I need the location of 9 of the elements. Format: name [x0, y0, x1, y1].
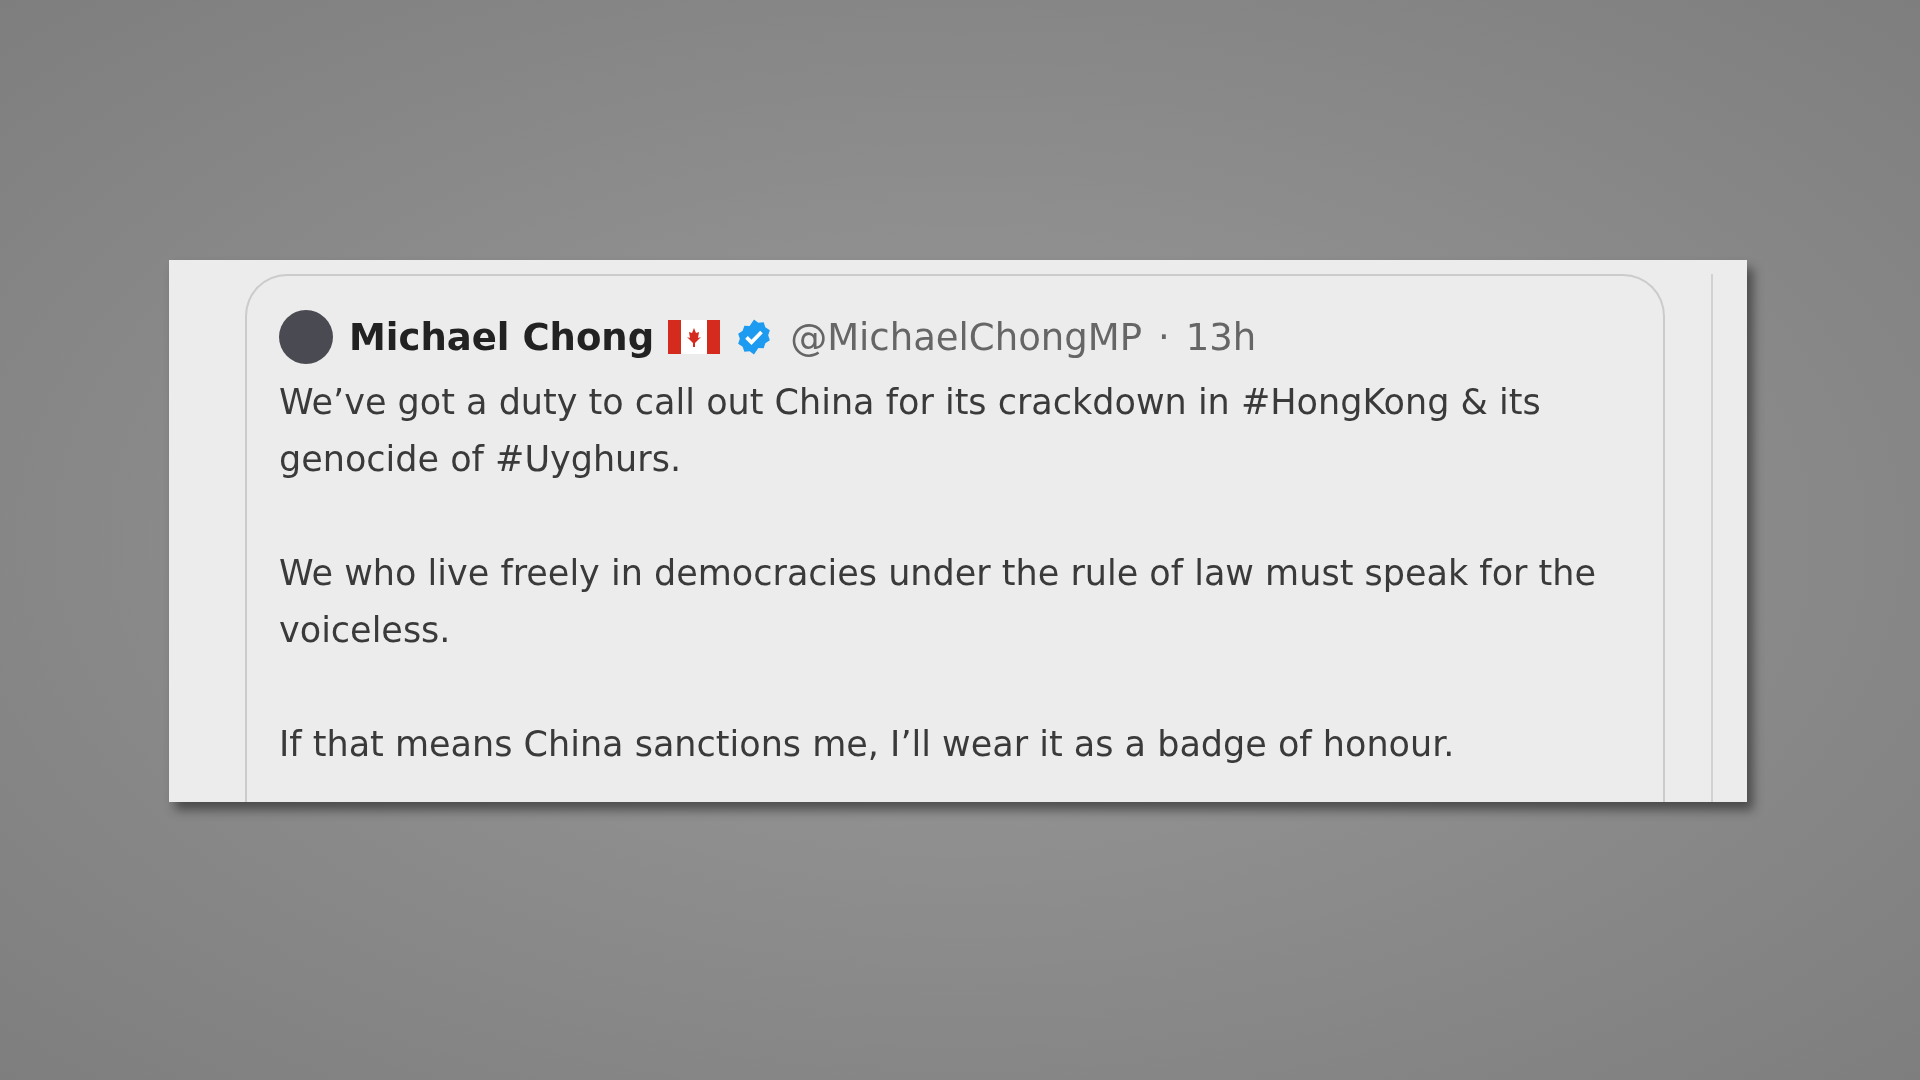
tweet-text: We’ve got a duty to call out China for its crackdown in #HongKong & its genocide of #Uyghurs. — [279, 381, 1542, 481]
flag-icon — [668, 320, 721, 354]
tweet-time[interactable]: 13h — [1185, 315, 1257, 359]
tweet-text: If that means China sanctions me, I’ll wear it as a badge of honour. — [279, 723, 1456, 766]
separator: · — [1157, 315, 1170, 359]
author-handle[interactable]: @MichaelChongMP — [790, 315, 1142, 359]
tweet-text: We who live freely in democracies under the rule of law must speak for the voiceless. — [279, 552, 1597, 652]
avatar — [279, 310, 333, 364]
author-name[interactable]: Michael Chong — [349, 315, 655, 359]
